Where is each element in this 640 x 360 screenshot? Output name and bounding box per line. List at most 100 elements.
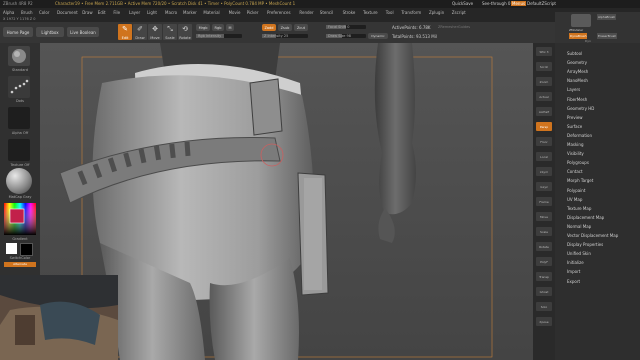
menu-item-layers[interactable]: Layers (567, 87, 580, 92)
alpha-brush-button[interactable]: AlphaBrush (597, 14, 617, 20)
tool-edit-button[interactable]: ✎ Edit (118, 24, 132, 40)
tool-draw-button[interactable]: ✐ Draw (133, 24, 147, 40)
view-solo-button[interactable]: Solo (536, 302, 552, 311)
menu-marker[interactable]: Marker (183, 10, 197, 15)
menu-texture[interactable]: Texture (363, 10, 378, 15)
menu-item-nanomesh[interactable]: NanoMesh (567, 78, 588, 83)
menu-item-contact[interactable]: Contact (567, 169, 583, 174)
menu-item-polypaint[interactable]: Polypaint (567, 188, 585, 193)
rgb-intensity-slider[interactable]: Rgb Intensity (196, 34, 242, 38)
menu-edit[interactable]: Edit (98, 10, 106, 15)
s-button[interactable]: ▮ (186, 25, 188, 31)
menu-item-preview[interactable]: Preview (567, 115, 583, 120)
m-button[interactable]: M (226, 24, 234, 31)
lightbox-button[interactable]: Lightbox (36, 27, 64, 37)
view-frame-button[interactable]: Frame (536, 197, 552, 206)
menu-item-arraymesh[interactable]: ArrayMesh (567, 69, 588, 74)
mrgb-button[interactable]: Mrgb (196, 24, 210, 31)
menu-item-surface[interactable]: Surface (567, 124, 582, 129)
menu-item-display-properties[interactable]: Display Properties (567, 242, 603, 247)
focal-shift-slider[interactable]: Focal Shift 0 (326, 25, 366, 29)
menu-movie[interactable]: Movie (229, 10, 241, 15)
view-aahalf-button[interactable]: AAHalf (536, 107, 552, 116)
menu-item-masking[interactable]: Masking (567, 142, 584, 147)
menu-item-vector-displacement-map[interactable]: Vector Displacement Map (567, 233, 618, 238)
alpha-thumbnail[interactable] (8, 107, 30, 129)
view-rotate-button[interactable]: Rotate (536, 242, 552, 251)
menu-item-geometry-hd[interactable]: Geometry HD (567, 106, 594, 111)
view-scale-button[interactable]: Scale (536, 227, 552, 236)
menu-zscript[interactable]: Zscript (452, 10, 466, 15)
texture-thumbnail[interactable] (8, 139, 30, 161)
eraser-brush-button[interactable]: EraserBrush (597, 33, 618, 39)
color-picker[interactable] (4, 203, 36, 235)
menu-picker[interactable]: Picker (247, 10, 259, 15)
menu-layer[interactable]: Layer (129, 10, 140, 15)
view-xpose-button[interactable]: Xpose (536, 317, 552, 326)
menus-button[interactable]: Menus (511, 1, 527, 6)
zsub-button[interactable]: Zsub (278, 24, 292, 31)
zcut-button[interactable]: Zcut (294, 24, 308, 31)
view-zoom-button[interactable]: Zoom (536, 77, 552, 86)
menu-item-polygroups[interactable]: Polygroups (567, 160, 589, 165)
menu-alpha[interactable]: Alpha (3, 10, 14, 15)
menu-item-texture-map[interactable]: Texture Map (567, 206, 591, 211)
view-actual-button[interactable]: Actual (536, 92, 552, 101)
view-polyf-button[interactable]: PolyF (536, 257, 552, 266)
menu-stroke[interactable]: Stroke (343, 10, 356, 15)
menu-preferences[interactable]: Preferences (267, 10, 291, 15)
zmodeler-brush-thumb[interactable] (571, 14, 591, 27)
menu-item-subtool[interactable]: Subtool (567, 51, 582, 56)
menu-item-normal-map[interactable]: Normal Map (567, 224, 591, 229)
view-floor-button[interactable]: Floor (536, 137, 552, 146)
view-transp-button[interactable]: Transp (536, 272, 552, 281)
see-through-slider[interactable]: See-through 0 (482, 1, 510, 6)
menu-item-import[interactable]: Import (567, 269, 580, 274)
material-sphere-icon[interactable] (6, 168, 32, 194)
z-intensity-slider[interactable]: Z Intensity 25 (262, 34, 308, 38)
tool-scale-button[interactable]: ⤡ Scale (163, 24, 177, 40)
menu-material[interactable]: Material (203, 10, 219, 15)
menu-stencil[interactable]: Stencil (320, 10, 334, 15)
dynamic-button[interactable]: Dynamic (368, 33, 388, 39)
draw-size-slider[interactable]: Draw Size 98 (326, 34, 366, 38)
menu-draw[interactable]: Draw (82, 10, 92, 15)
stroke-thumbnail[interactable] (8, 76, 30, 98)
view-gxyz-button[interactable]: Gxyz (536, 182, 552, 191)
menu-brush[interactable]: Brush (21, 10, 33, 15)
menu-item-visibility[interactable]: Visibility (567, 151, 584, 156)
menu-item-unified-skin[interactable]: Unified Skin (567, 251, 591, 256)
menu-item-geometry[interactable]: Geometry (567, 60, 587, 65)
view-ghost-button[interactable]: Ghost (536, 287, 552, 296)
rgb-button[interactable]: Rgb (212, 24, 224, 31)
tool-rotate-button[interactable]: ⟲ Rotate (178, 24, 192, 40)
view-scroll-button[interactable]: Scroll (536, 62, 552, 71)
view-persp-button[interactable]: Persp (536, 122, 552, 131)
view-move-button[interactable]: Move (536, 212, 552, 221)
brush-thumbnail[interactable] (8, 46, 30, 66)
view-spix-3-button[interactable]: SPix 3 (536, 47, 552, 56)
menu-item-fibermesh[interactable]: FiberMesh (567, 97, 587, 102)
alternate-button[interactable]: Alternate (4, 262, 36, 267)
menu-item-displacement-map[interactable]: Displacement Map (567, 215, 604, 220)
menu-color[interactable]: Color (39, 10, 49, 15)
tool-move-button[interactable]: ✥ Move (148, 24, 162, 40)
default-zscript-button[interactable]: DefaultZScript (527, 1, 556, 6)
quicksave-button[interactable]: QuickSave (452, 1, 473, 6)
menu-light[interactable]: Light (147, 10, 157, 15)
menu-file[interactable]: File (113, 10, 120, 15)
main-color-swatch[interactable] (6, 243, 17, 254)
menu-item-morph-target[interactable]: Morph Target (567, 178, 593, 183)
menu-document[interactable]: Document (57, 10, 78, 15)
menu-item-export[interactable]: Export (567, 279, 580, 284)
live-boolean-button[interactable]: Live Boolean (67, 27, 99, 37)
menu-tool[interactable]: Tool (386, 10, 394, 15)
menu-transform[interactable]: Transform (401, 10, 421, 15)
menu-zplugin[interactable]: Zplugin (429, 10, 444, 15)
zadd-button[interactable]: Zadd (262, 24, 276, 31)
zremesher-guides-button[interactable]: ZRemesherGuides (438, 25, 470, 29)
menu-item-deformation[interactable]: Deformation (567, 133, 592, 138)
view-local-button[interactable]: Local (536, 152, 552, 161)
secondary-color-swatch[interactable] (20, 243, 33, 256)
home-page-button[interactable]: Home Page (3, 27, 33, 37)
